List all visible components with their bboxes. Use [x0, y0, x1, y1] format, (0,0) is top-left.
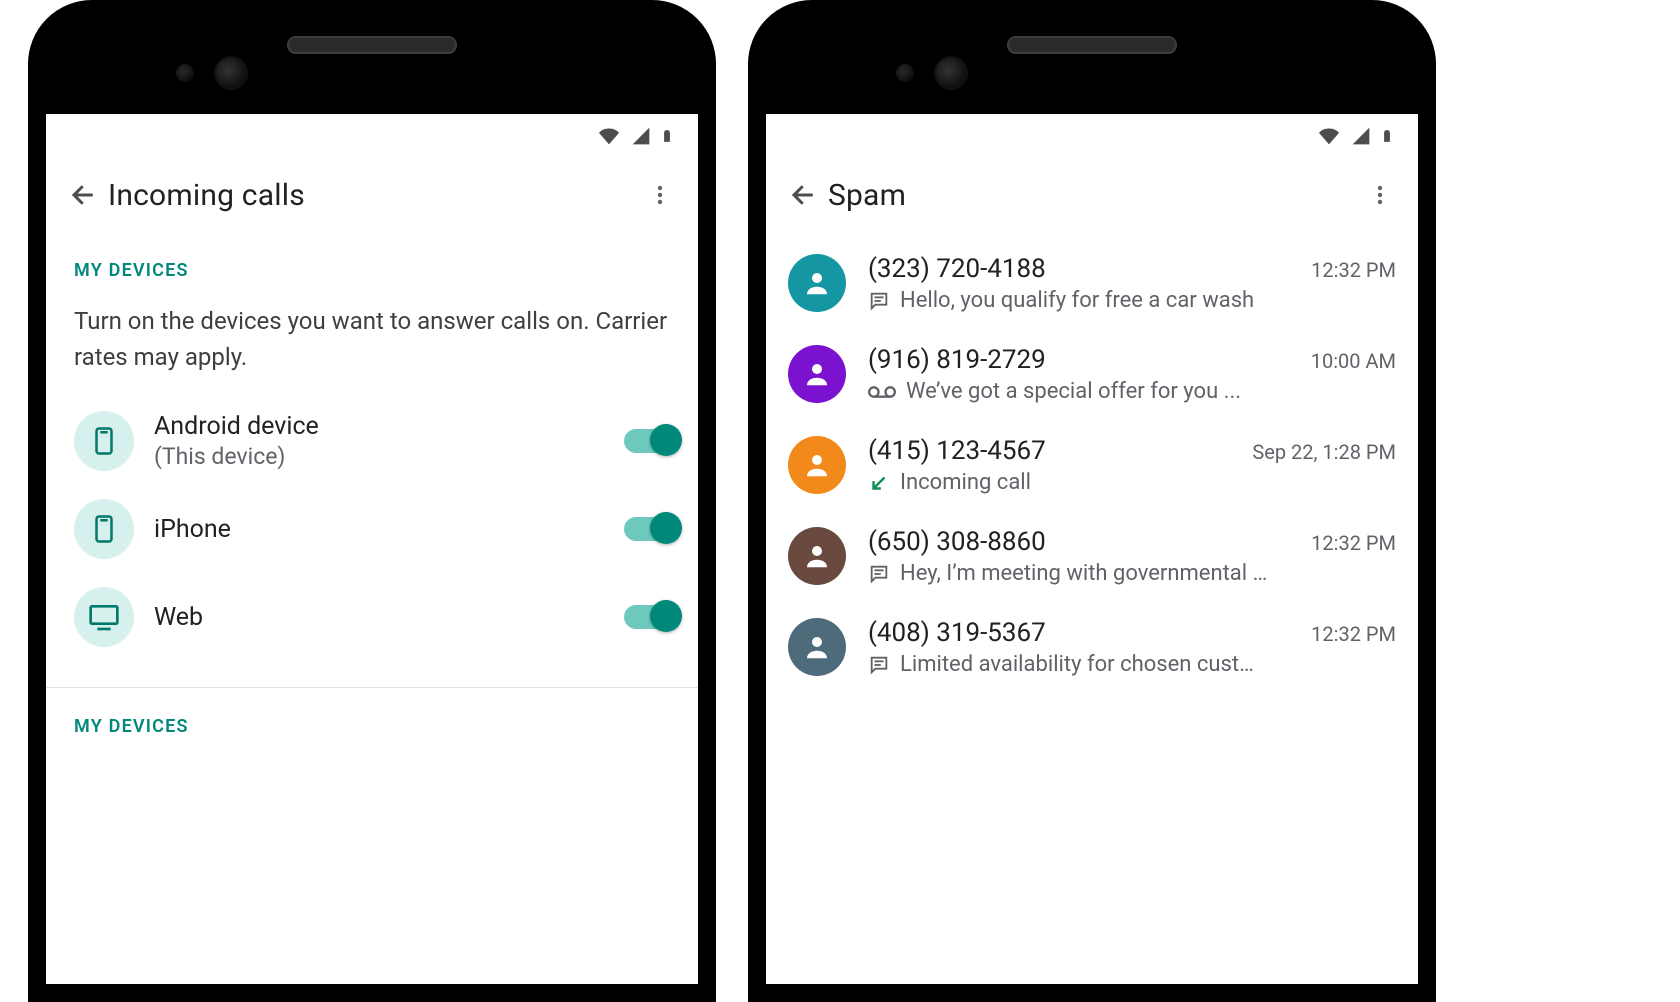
cellular-icon — [630, 126, 652, 146]
spam-item[interactable]: (650) 308-886012:32 PM Hey, I’m meeting w… — [766, 511, 1418, 602]
phone-spam: Spam (323) 720-418812:32 PMHello, you qu… — [748, 0, 1436, 1002]
section-header: MY DEVICES — [46, 688, 698, 749]
person-icon — [802, 359, 832, 389]
device-name: Web — [154, 603, 604, 632]
overflow-menu-button[interactable] — [1356, 171, 1404, 219]
spam-item[interactable]: (415) 123-4567Sep 22, 1:28 PM Incoming ca… — [766, 420, 1418, 511]
status-bar — [46, 114, 698, 158]
arrow-left-icon — [69, 180, 99, 210]
speaker-grille — [1007, 36, 1177, 54]
more-vert-icon — [1368, 183, 1392, 207]
device-toggle[interactable] — [624, 605, 678, 629]
section-header: MY DEVICES — [46, 232, 698, 293]
message-preview: Hey, I’m meeting with governmental … — [900, 561, 1267, 586]
contact-avatar — [788, 618, 846, 676]
overflow-menu-button[interactable] — [636, 171, 684, 219]
phone-number: (650) 308-8860 — [868, 527, 1311, 557]
timestamp: Sep 22, 1:28 PM — [1252, 440, 1396, 464]
more-vert-icon — [648, 183, 672, 207]
phone-portrait-icon — [74, 499, 134, 559]
person-icon — [802, 268, 832, 298]
sensor-dot — [896, 64, 914, 82]
phone-portrait-icon — [74, 411, 134, 471]
back-button[interactable] — [60, 171, 108, 219]
back-button[interactable] — [780, 171, 828, 219]
front-camera — [216, 58, 246, 88]
device-row: Android device(This device) — [46, 397, 698, 485]
section-description: Turn on the devices you want to answer c… — [46, 293, 698, 397]
timestamp: 12:32 PM — [1311, 622, 1396, 646]
contact-avatar — [788, 254, 846, 312]
device-row: iPhone — [46, 485, 698, 573]
wifi-icon — [596, 126, 622, 146]
message-icon — [868, 654, 890, 676]
phone-incoming-calls: Incoming calls MY DEVICES Turn on the de… — [28, 0, 716, 1002]
phone-number: (916) 819-2729 — [868, 345, 1311, 375]
device-name: iPhone — [154, 515, 604, 544]
arrow-left-icon — [789, 180, 819, 210]
message-preview: Hello, you qualify for free a car wash — [900, 288, 1254, 313]
status-bar — [766, 114, 1418, 158]
desktop-icon — [74, 587, 134, 647]
message-icon — [868, 563, 890, 585]
phone-forehead — [766, 18, 1418, 114]
timestamp: 12:32 PM — [1311, 258, 1396, 282]
person-icon — [802, 541, 832, 571]
spam-item[interactable]: (323) 720-418812:32 PM Hello, you qualify… — [766, 238, 1418, 329]
phone-number: (415) 123-4567 — [868, 436, 1252, 466]
device-name: Android device — [154, 412, 604, 441]
person-icon — [802, 450, 832, 480]
contact-avatar — [788, 527, 846, 585]
device-row: Web — [46, 573, 698, 661]
app-bar: Incoming calls — [46, 158, 698, 232]
timestamp: 10:00 AM — [1311, 349, 1396, 373]
sensor-dot — [176, 64, 194, 82]
page-title: Incoming calls — [108, 178, 636, 213]
device-toggle[interactable] — [624, 429, 678, 453]
person-icon — [802, 632, 832, 662]
voicemail-icon — [868, 383, 896, 401]
device-subtitle: (This device) — [154, 443, 604, 470]
contact-avatar — [788, 345, 846, 403]
front-camera — [936, 58, 966, 88]
battery-icon — [660, 125, 674, 147]
cellular-icon — [1350, 126, 1372, 146]
app-bar: Spam — [766, 158, 1418, 232]
spam-item[interactable]: (916) 819-272910:00 AM We’ve got a specia… — [766, 329, 1418, 420]
message-preview: Limited availability for chosen cust… — [900, 652, 1254, 677]
contact-avatar — [788, 436, 846, 494]
speaker-grille — [287, 36, 457, 54]
phone-number: (408) 319-5367 — [868, 618, 1311, 648]
device-toggle[interactable] — [624, 517, 678, 541]
message-preview: Incoming call — [900, 470, 1031, 495]
battery-icon — [1380, 125, 1394, 147]
phone-forehead — [46, 18, 698, 114]
message-icon — [868, 290, 890, 312]
timestamp: 12:32 PM — [1311, 531, 1396, 555]
page-title: Spam — [828, 178, 1356, 213]
wifi-icon — [1316, 126, 1342, 146]
message-preview: We’ve got a special offer for you ... — [906, 379, 1241, 404]
phone-number: (323) 720-4188 — [868, 254, 1311, 284]
spam-item[interactable]: (408) 319-536712:32 PM Limited availabili… — [766, 602, 1418, 693]
incoming-call-icon — [868, 472, 890, 494]
